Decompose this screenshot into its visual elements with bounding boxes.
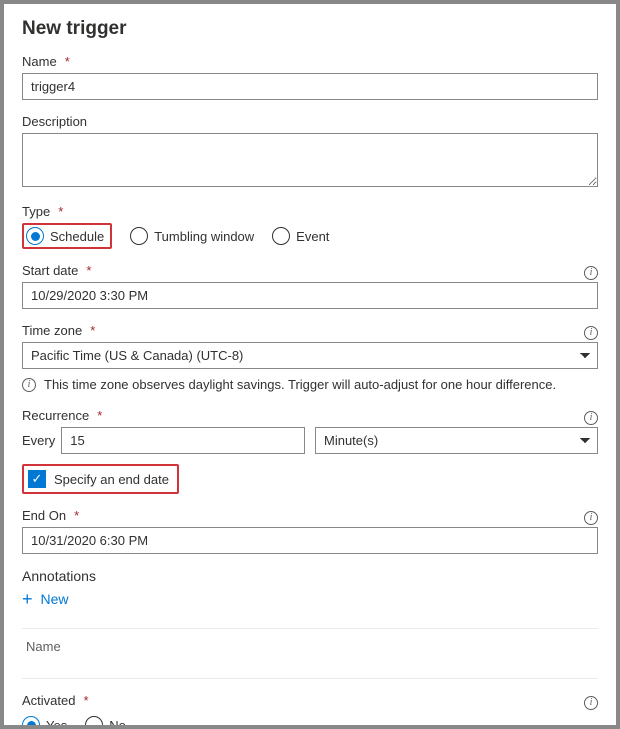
specify-end-checkbox[interactable]: ✓ [28, 470, 46, 488]
annotations-column-name: Name [22, 633, 598, 660]
end-on-label-text: End On [22, 508, 66, 523]
radio-label: Schedule [50, 229, 104, 244]
info-icon[interactable]: i [584, 411, 598, 425]
info-icon[interactable]: i [584, 266, 598, 280]
dst-message-row: i This time zone observes daylight savin… [22, 377, 598, 392]
time-zone-select[interactable]: Pacific Time (US & Canada) (UTC-8) [22, 342, 598, 369]
highlight-schedule: Schedule [22, 223, 112, 249]
new-trigger-panel: New trigger Name * Description Type * Sche… [0, 0, 620, 729]
type-field: Type * Schedule Tumbling window Event [22, 204, 598, 249]
name-input[interactable] [22, 73, 598, 100]
type-label-text: Type [22, 204, 50, 219]
required-asterisk: * [90, 323, 95, 338]
radio-label: Tumbling window [154, 229, 254, 244]
annotations-label: Annotations [22, 568, 598, 584]
every-label: Every [22, 433, 55, 448]
required-asterisk: * [97, 408, 102, 423]
plus-icon: + [22, 590, 33, 608]
radio-label: No [109, 718, 126, 729]
recurrence-unit-select[interactable]: Minute(s) [315, 427, 598, 454]
add-annotation-button[interactable]: + New [22, 590, 69, 608]
required-asterisk: * [83, 693, 88, 708]
dst-message: This time zone observes daylight savings… [44, 377, 556, 392]
activated-label-text: Activated [22, 693, 75, 708]
info-icon[interactable]: i [584, 511, 598, 525]
required-asterisk: * [74, 508, 79, 523]
activated-radio-no[interactable]: No [85, 716, 126, 729]
required-asterisk: * [86, 263, 91, 278]
name-field: Name * [22, 54, 598, 100]
start-date-field: Start date * i [22, 263, 598, 309]
recurrence-value-input[interactable] [61, 427, 305, 454]
name-label-text: Name [22, 54, 57, 69]
divider [22, 678, 598, 679]
specify-end-label: Specify an end date [54, 472, 169, 487]
start-date-label-text: Start date [22, 263, 78, 278]
required-asterisk: * [65, 54, 70, 69]
info-icon[interactable]: i [584, 696, 598, 710]
radio-icon [272, 227, 290, 245]
type-radio-tumbling[interactable]: Tumbling window [130, 227, 254, 245]
end-on-label: End On * [22, 508, 79, 523]
description-field: Description [22, 114, 598, 190]
type-radio-group: Schedule Tumbling window Event [22, 223, 598, 249]
activated-radio-yes[interactable]: Yes [22, 716, 67, 729]
start-date-label: Start date * [22, 263, 91, 278]
add-annotation-label: New [41, 591, 69, 607]
radio-icon [26, 227, 44, 245]
panel-title: New trigger [22, 18, 598, 40]
activated-label: Activated * [22, 693, 89, 708]
required-asterisk: * [58, 204, 63, 219]
recurrence-field: Recurrence * i Every Minute(s) ✓ Specify … [22, 408, 598, 494]
time-zone-field: Time zone * i Pacific Time (US & Canada) … [22, 323, 598, 392]
radio-icon [130, 227, 148, 245]
start-date-input[interactable] [22, 282, 598, 309]
recurrence-label-text: Recurrence [22, 408, 89, 423]
description-textarea[interactable] [22, 133, 598, 187]
info-icon: i [22, 378, 36, 392]
info-icon[interactable]: i [584, 326, 598, 340]
annotations-field: Annotations + New Name [22, 568, 598, 679]
type-radio-event[interactable]: Event [272, 227, 329, 245]
recurrence-label: Recurrence * [22, 408, 102, 423]
description-label: Description [22, 114, 598, 129]
activated-field: Activated * i Yes No [22, 693, 598, 729]
radio-label: Yes [46, 718, 67, 729]
type-radio-schedule[interactable]: Schedule [26, 227, 104, 245]
end-on-field: End On * i [22, 508, 598, 554]
checkmark-icon: ✓ [32, 471, 43, 487]
radio-label: Event [296, 229, 329, 244]
end-on-input[interactable] [22, 527, 598, 554]
divider [22, 628, 598, 629]
type-label: Type * [22, 204, 598, 219]
time-zone-label-text: Time zone [22, 323, 82, 338]
name-label: Name * [22, 54, 598, 69]
activated-radio-group: Yes No [22, 716, 598, 729]
highlight-specify-end: ✓ Specify an end date [22, 464, 179, 494]
radio-icon [22, 716, 40, 729]
radio-icon [85, 716, 103, 729]
time-zone-label: Time zone * [22, 323, 95, 338]
